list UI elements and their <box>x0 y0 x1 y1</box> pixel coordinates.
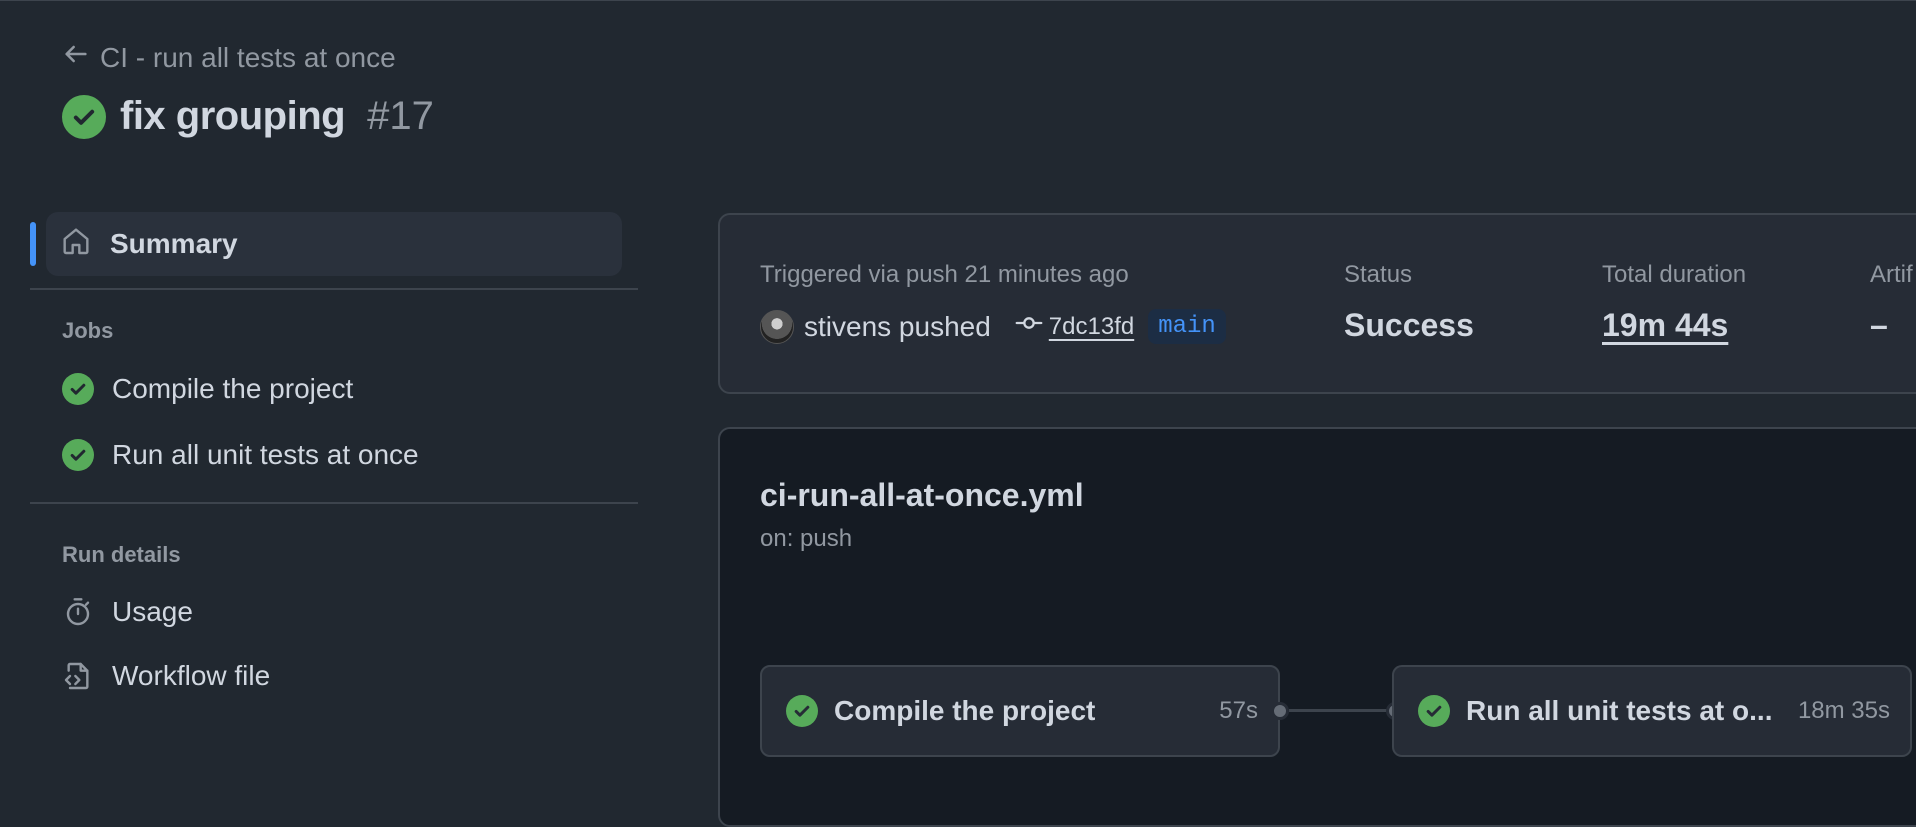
workflow-graph-card: ci-run-all-at-once.yml on: push Compile … <box>718 427 1916 827</box>
artifacts-label: Artif <box>1870 261 1913 288</box>
sidebar-item-label: Summary <box>110 228 238 259</box>
stopwatch-icon <box>62 596 94 628</box>
arrow-left-icon <box>62 40 90 75</box>
back-link-label: CI - run all tests at once <box>100 41 396 73</box>
avatar[interactable] <box>760 309 794 344</box>
back-to-workflow-link[interactable]: CI - run all tests at once <box>62 40 396 75</box>
check-circle-icon <box>62 439 94 471</box>
divider <box>30 288 638 290</box>
workflow-file-name: ci-run-all-at-once.yml <box>760 477 1084 513</box>
top-border <box>0 0 1916 1</box>
active-indicator <box>30 222 36 266</box>
sidebar-item-label: Usage <box>112 596 193 627</box>
file-code-icon <box>62 660 94 692</box>
branch-badge[interactable]: main <box>1148 309 1226 344</box>
job-node-compile[interactable]: Compile the project 57s <box>760 665 1280 757</box>
job-name: Compile the project <box>834 695 1096 726</box>
sidebar: Summary Jobs Compile the project Run all… <box>30 212 638 708</box>
check-circle-icon <box>786 695 818 727</box>
sidebar-item-label: Compile the project <box>112 373 354 404</box>
git-commit-icon <box>1015 309 1043 344</box>
connector-dot <box>1271 702 1289 720</box>
sidebar-item-label: Run all unit tests at once <box>112 439 419 470</box>
jobs-heading: Jobs <box>62 318 114 343</box>
job-name: Run all unit tests at o... <box>1466 695 1773 726</box>
check-circle-icon <box>62 373 94 405</box>
run-title: fix grouping <box>120 94 346 138</box>
home-icon <box>60 225 92 264</box>
run-details-heading: Run details <box>62 542 181 567</box>
actor-label: stivens pushed <box>804 310 991 342</box>
check-circle-icon <box>1418 695 1450 727</box>
duration-value[interactable]: 19m 44s <box>1602 307 1728 344</box>
triggered-text: Triggered via push 21 minutes ago <box>760 261 1129 288</box>
run-summary-card: Triggered via push 21 minutes ago stiven… <box>718 213 1916 394</box>
divider <box>30 502 638 504</box>
status-value: Success <box>1344 307 1474 343</box>
sidebar-item-usage[interactable]: Usage <box>30 580 638 644</box>
artifacts-value: – <box>1870 307 1888 343</box>
job-duration: 18m 35s <box>1797 697 1890 724</box>
check-circle-icon <box>62 94 106 139</box>
job-duration: 57s <box>1219 697 1258 724</box>
sidebar-item-job-compile[interactable]: Compile the project <box>30 356 638 422</box>
status-label: Status <box>1344 261 1413 288</box>
duration-label: Total duration <box>1602 261 1747 288</box>
commit-link[interactable]: 7dc13fd <box>1015 309 1134 344</box>
run-number: #17 <box>367 94 434 138</box>
trigger-details: stivens pushed 7dc13fd main <box>760 309 1226 344</box>
sidebar-item-summary[interactable]: Summary <box>30 212 622 276</box>
job-connector <box>1289 709 1393 712</box>
workflow-trigger: on: push <box>760 525 853 552</box>
run-title-row: fix grouping #17 <box>62 94 434 139</box>
commit-sha: 7dc13fd <box>1048 312 1135 340</box>
job-node-unit-tests[interactable]: Run all unit tests at o... 18m 35s <box>1392 665 1912 757</box>
sidebar-item-job-unit-tests[interactable]: Run all unit tests at once <box>30 422 638 488</box>
sidebar-item-workflow-file[interactable]: Workflow file <box>30 644 638 708</box>
sidebar-item-label: Workflow file <box>112 660 271 691</box>
